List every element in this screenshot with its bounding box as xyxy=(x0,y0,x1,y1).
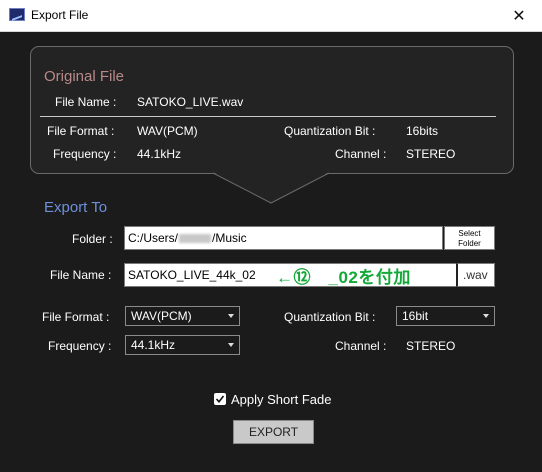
folder-label: Folder : xyxy=(72,232,113,246)
select-folder-button[interactable]: Select Folder xyxy=(444,226,495,250)
app-icon xyxy=(9,8,25,21)
original-file-name-label: File Name : xyxy=(55,95,117,109)
panel-pointer-arrow xyxy=(213,172,329,204)
original-file-format-value: WAV(PCM) xyxy=(137,124,198,138)
export-channel-label: Channel : xyxy=(335,339,387,353)
export-to-title: Export To xyxy=(44,199,108,216)
export-file-format-label: File Format : xyxy=(42,310,110,324)
checkmark-icon xyxy=(215,395,225,404)
apply-short-fade-checkbox[interactable] xyxy=(214,393,226,405)
original-frequency-value: 44.1kHz xyxy=(137,147,182,161)
original-channel-value: STEREO xyxy=(406,147,456,161)
folder-path-suffix: /Music xyxy=(212,231,247,245)
close-button[interactable]: ✕ xyxy=(496,0,542,31)
export-file-name-label: File Name : xyxy=(50,268,112,282)
file-name-value: SATOKO_LIVE_44k_02 xyxy=(128,268,256,282)
original-file-format-label: File Format : xyxy=(47,124,115,138)
quantization-selected: 16bit xyxy=(402,309,429,323)
export-quantization-label: Quantization Bit : xyxy=(284,310,376,324)
original-channel-label: Channel : xyxy=(335,147,387,161)
frequency-selected: 44.1kHz xyxy=(131,338,176,352)
file-format-dropdown[interactable]: WAV(PCM) xyxy=(125,306,240,326)
file-format-selected: WAV(PCM) xyxy=(131,309,192,323)
quantization-dropdown[interactable]: 16bit xyxy=(396,306,495,326)
original-quantization-value: 16bits xyxy=(406,124,439,138)
chevron-down-icon xyxy=(228,314,234,318)
export-frequency-label: Frequency : xyxy=(48,339,112,353)
original-quantization-label: Quantization Bit : xyxy=(284,124,376,138)
title-bar: Export File ✕ xyxy=(0,0,542,32)
redacted-username xyxy=(179,234,212,244)
file-extension: .wav xyxy=(456,263,495,287)
chevron-down-icon xyxy=(228,343,234,347)
export-channel-value: STEREO xyxy=(406,339,456,353)
divider xyxy=(40,116,496,117)
frequency-dropdown[interactable]: 44.1kHz xyxy=(125,335,240,355)
original-frequency-label: Frequency : xyxy=(53,147,117,161)
window-title: Export File xyxy=(31,8,89,22)
chevron-down-icon xyxy=(483,314,489,318)
apply-short-fade-label: Apply Short Fade xyxy=(231,392,332,407)
original-file-name-value: SATOKO_LIVE.wav xyxy=(137,95,244,109)
select-folder-label-line2: Folder xyxy=(458,239,481,248)
folder-path-prefix: C:/Users/ xyxy=(128,231,179,245)
original-file-title: Original File xyxy=(44,68,125,85)
export-button[interactable]: EXPORT xyxy=(233,420,314,444)
select-folder-label-line1: Select xyxy=(458,229,481,238)
annotation-note: ←⑫ _02を付加 xyxy=(276,268,411,287)
folder-path-field[interactable]: C:/Users/ /Music xyxy=(124,226,443,250)
